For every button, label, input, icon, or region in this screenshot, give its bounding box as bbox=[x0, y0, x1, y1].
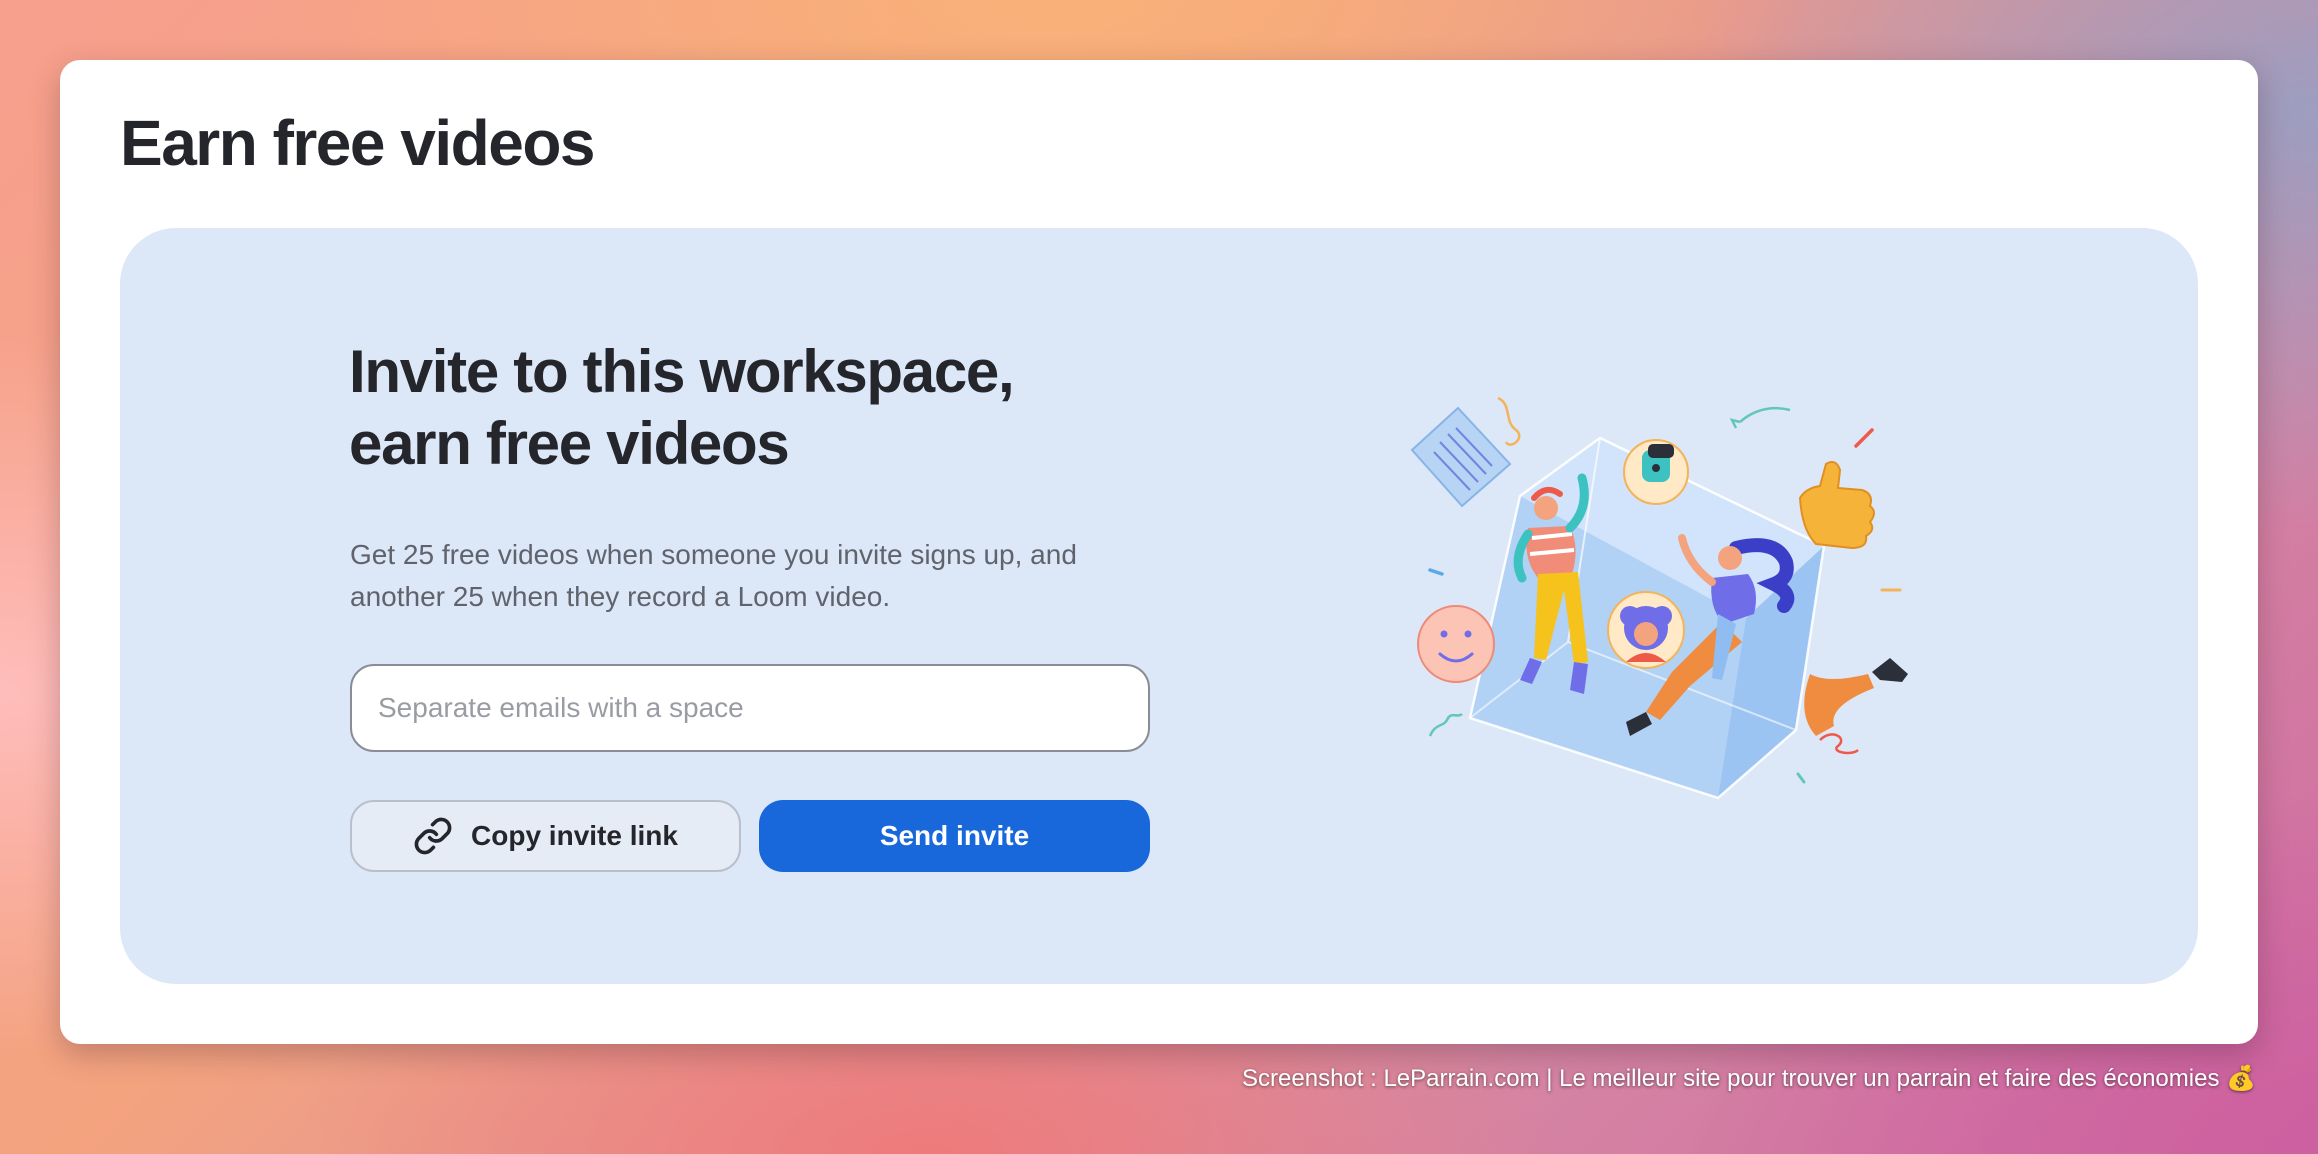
email-input[interactable] bbox=[350, 664, 1150, 752]
invite-heading: Invite to this workspace, earn free vide… bbox=[349, 336, 1109, 480]
send-invite-label: Send invite bbox=[879, 820, 1030, 851]
send-invite-button[interactable]: Send invite bbox=[759, 800, 1150, 872]
invite-illustration bbox=[1410, 396, 1908, 800]
page-title: Earn free videos bbox=[120, 107, 596, 179]
smiley-decoration bbox=[1417, 605, 1495, 683]
invite-panel: Invite to this workspace, earn free vide… bbox=[120, 228, 2198, 984]
avatar-center-decoration bbox=[1607, 591, 1685, 669]
invite-heading-line1: Invite to this workspace, bbox=[349, 338, 1015, 405]
copy-invite-link-label: Copy invite link bbox=[471, 820, 678, 851]
watermark-caption: Screenshot : LeParrain.com | Le meilleur… bbox=[1242, 1065, 2256, 1092]
note-card-decoration bbox=[1410, 406, 1512, 508]
avatar-top-decoration bbox=[1623, 439, 1689, 505]
invite-description: Get 25 free videos when someone you invi… bbox=[350, 539, 1077, 612]
thumbs-up-decoration bbox=[1798, 461, 1875, 550]
invite-card: Earn free videos Invite to this workspac… bbox=[60, 60, 2258, 1044]
link-icon bbox=[413, 816, 453, 856]
copy-invite-link-button[interactable]: Copy invite link bbox=[350, 800, 741, 872]
invite-heading-line2: earn free videos bbox=[349, 410, 790, 477]
legs-decoration bbox=[1804, 658, 1908, 736]
